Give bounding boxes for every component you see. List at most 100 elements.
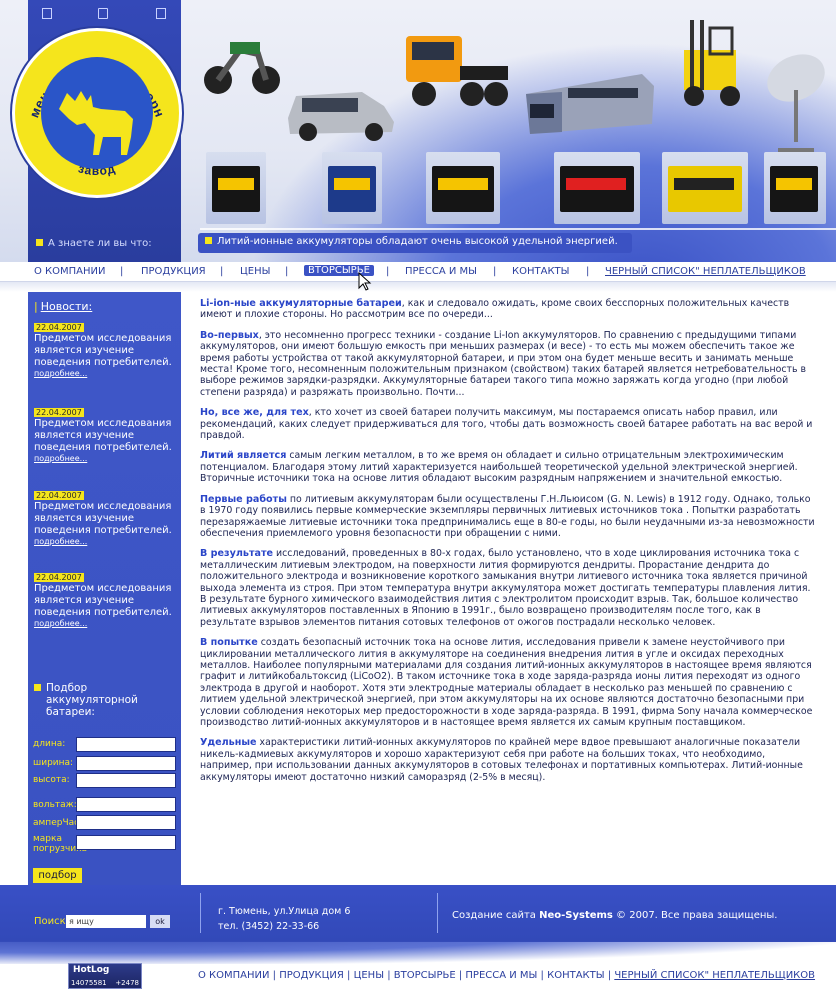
battery-rail [200, 228, 836, 230]
counter-total: 14075581 [71, 979, 107, 987]
battery-product[interactable] [554, 152, 640, 224]
battery-product[interactable] [426, 152, 500, 224]
battery-product[interactable] [764, 152, 826, 224]
bottom-nav-products[interactable]: ПРОДУКЦИЯ [279, 970, 344, 981]
hit-counter[interactable]: HotLog 14075581 +2478 [68, 963, 142, 989]
forklift-brand-label: марка погрузчика [33, 834, 88, 854]
header: Тюменский аккумуляторный завод [0, 0, 836, 262]
nav-separator: | [386, 266, 390, 277]
search-label: Поиск [34, 916, 66, 927]
top-navigation: О КОМПАНИИ | ПРОДУКЦИЯ | ЦЕНЫ | ВТОРСЫРЬ… [0, 262, 836, 282]
width-input[interactable] [76, 756, 176, 771]
sitemap-icon[interactable] [156, 8, 166, 19]
paragraph-lead: Во-первых [200, 329, 259, 341]
forklift-icon [684, 20, 740, 106]
article-paragraph: Но, все же, для тех, кто хочет из своей … [200, 407, 813, 442]
nav-separator: | [120, 266, 124, 277]
search-ok-button[interactable]: ok [150, 915, 170, 928]
paragraph-lead: Литий является [200, 450, 287, 462]
news-text: Предметом исследования является изучение… [34, 333, 172, 368]
counter-today: +2478 [115, 979, 139, 987]
amp-hour-input[interactable] [76, 815, 176, 830]
bullet-icon [205, 237, 212, 244]
news-item: 22.04.2007 Предметом исследования являет… [34, 408, 176, 463]
search-input[interactable]: я ищу [66, 915, 146, 928]
pick-battery-button[interactable]: подбор [33, 868, 82, 883]
article-paragraph: Li-ion-ные аккумуляторные батареи, как и… [200, 298, 790, 321]
news-item: 22.04.2007 Предметом исследования являет… [34, 573, 176, 628]
battery-product[interactable] [206, 152, 266, 224]
bottom-nav-blacklist[interactable]: ЧЕРНЫЙ СПИСОК" НЕПЛАТЕЛЬЩИКОВ [614, 970, 815, 981]
nav-separator: | [493, 266, 497, 277]
nav-products[interactable]: ПРОДУКЦИЯ [141, 266, 206, 277]
news-more-link[interactable]: подробнее... [34, 369, 176, 378]
paragraph-lead: Удельные [200, 737, 257, 749]
company-address: г. Тюмень, ул.Улица дом 6 тел. (3452) 22… [218, 904, 350, 934]
news-date: 22.04.2007 [34, 408, 84, 417]
phone-line: тел. (3452) 22-33-66 [218, 921, 320, 932]
nav-separator: | [586, 266, 590, 277]
moose-icon [59, 91, 133, 155]
news-text: Предметом исследования является изучение… [34, 418, 172, 453]
sidebar: | Новости: 22.04.2007 Предметом исследова… [28, 292, 181, 885]
height-label: высота: [33, 775, 70, 785]
news-more-link[interactable]: подробнее... [34, 537, 176, 546]
nav-blacklist[interactable]: ЧЕРНЫЙ СПИСОК" НЕПЛАТЕЛЬЩИКОВ [605, 266, 806, 277]
amp-hour-label: амперЧас [33, 818, 80, 828]
height-input[interactable] [76, 773, 176, 788]
news-heading[interactable]: | Новости: [34, 300, 92, 313]
nav-contacts[interactable]: КОНТАКТЫ [512, 266, 569, 277]
developer-link[interactable]: Neo-Systems [539, 910, 613, 921]
bottom-nav-prices[interactable]: ЦЕНЫ [354, 970, 384, 981]
battery-picker-title: Подбор аккумуляторной батареи: [34, 682, 181, 718]
news-date: 22.04.2007 [34, 573, 84, 582]
news-item: 22.04.2007 Предметом исследования являет… [34, 491, 176, 546]
bottom-nav-press[interactable]: ПРЕССА И МЫ [465, 970, 537, 981]
paragraph-lead: Первые работы [200, 493, 287, 505]
news-item: 22.04.2007 Предметом исследования являет… [34, 323, 176, 378]
home-icon[interactable] [42, 8, 52, 19]
width-label: ширина: [33, 758, 74, 768]
battery-product[interactable] [662, 152, 748, 224]
bullet-icon [34, 684, 41, 691]
fact-ticker: Литий-ионные аккумуляторы обладают очень… [198, 233, 632, 253]
paragraph-lead: В результате [200, 548, 274, 560]
voltage-label: вольтаж: [33, 800, 77, 810]
nav-press[interactable]: ПРЕССА И МЫ [405, 266, 477, 277]
mouse-cursor-icon [358, 272, 372, 291]
footer-divider [437, 893, 438, 933]
nav-separator: | [285, 266, 289, 277]
news-date: 22.04.2007 [34, 491, 84, 500]
news-date: 22.04.2007 [34, 323, 84, 332]
news-text: Предметом исследования является изучение… [34, 583, 172, 618]
mail-icon[interactable] [98, 8, 108, 19]
news-more-link[interactable]: подробнее... [34, 619, 176, 628]
bottom-nav-recycling[interactable]: ВТОРСЫРЬЕ [394, 970, 456, 981]
voltage-input[interactable] [76, 797, 176, 812]
nav-shadow [0, 282, 836, 292]
paragraph-lead: В попытке [200, 637, 258, 649]
truck-icon [406, 36, 508, 106]
bullet-icon [36, 239, 43, 246]
logo-emblem [41, 57, 153, 169]
bottom-nav-contacts[interactable]: КОНТАКТЫ [547, 970, 604, 981]
bottom-nav-about[interactable]: О КОМПАНИИ [198, 970, 270, 981]
paragraph-lead: Но, все же, для тех [200, 407, 309, 419]
nav-about[interactable]: О КОМПАНИИ [34, 266, 106, 277]
length-label: длина: [33, 739, 66, 749]
nav-separator: | [220, 266, 224, 277]
length-input[interactable] [76, 737, 176, 752]
suv-icon [288, 92, 394, 141]
nav-prices[interactable]: ЦЕНЫ [240, 266, 270, 277]
satellite-dish-icon [767, 54, 825, 152]
did-you-know-label: А знаете ли вы что: [36, 238, 152, 249]
battery-product[interactable] [322, 152, 382, 224]
article-paragraph: Во-первых, это несомненно прогресс техни… [200, 329, 807, 398]
company-logo[interactable]: Тюменский аккумуляторный завод [12, 28, 182, 198]
article-paragraph: Первые работы по литиевым аккумуляторам … [200, 493, 815, 539]
article-paragraph: Удельные характеристики литий-ионных акк… [200, 737, 803, 783]
paragraph-lead: Li-ion-ные аккумуляторные батареи [200, 298, 402, 309]
forklift-brand-input[interactable] [76, 835, 176, 850]
news-more-link[interactable]: подробнее... [34, 454, 176, 463]
article-paragraph: В попытке создать безопасный источник то… [200, 637, 813, 728]
